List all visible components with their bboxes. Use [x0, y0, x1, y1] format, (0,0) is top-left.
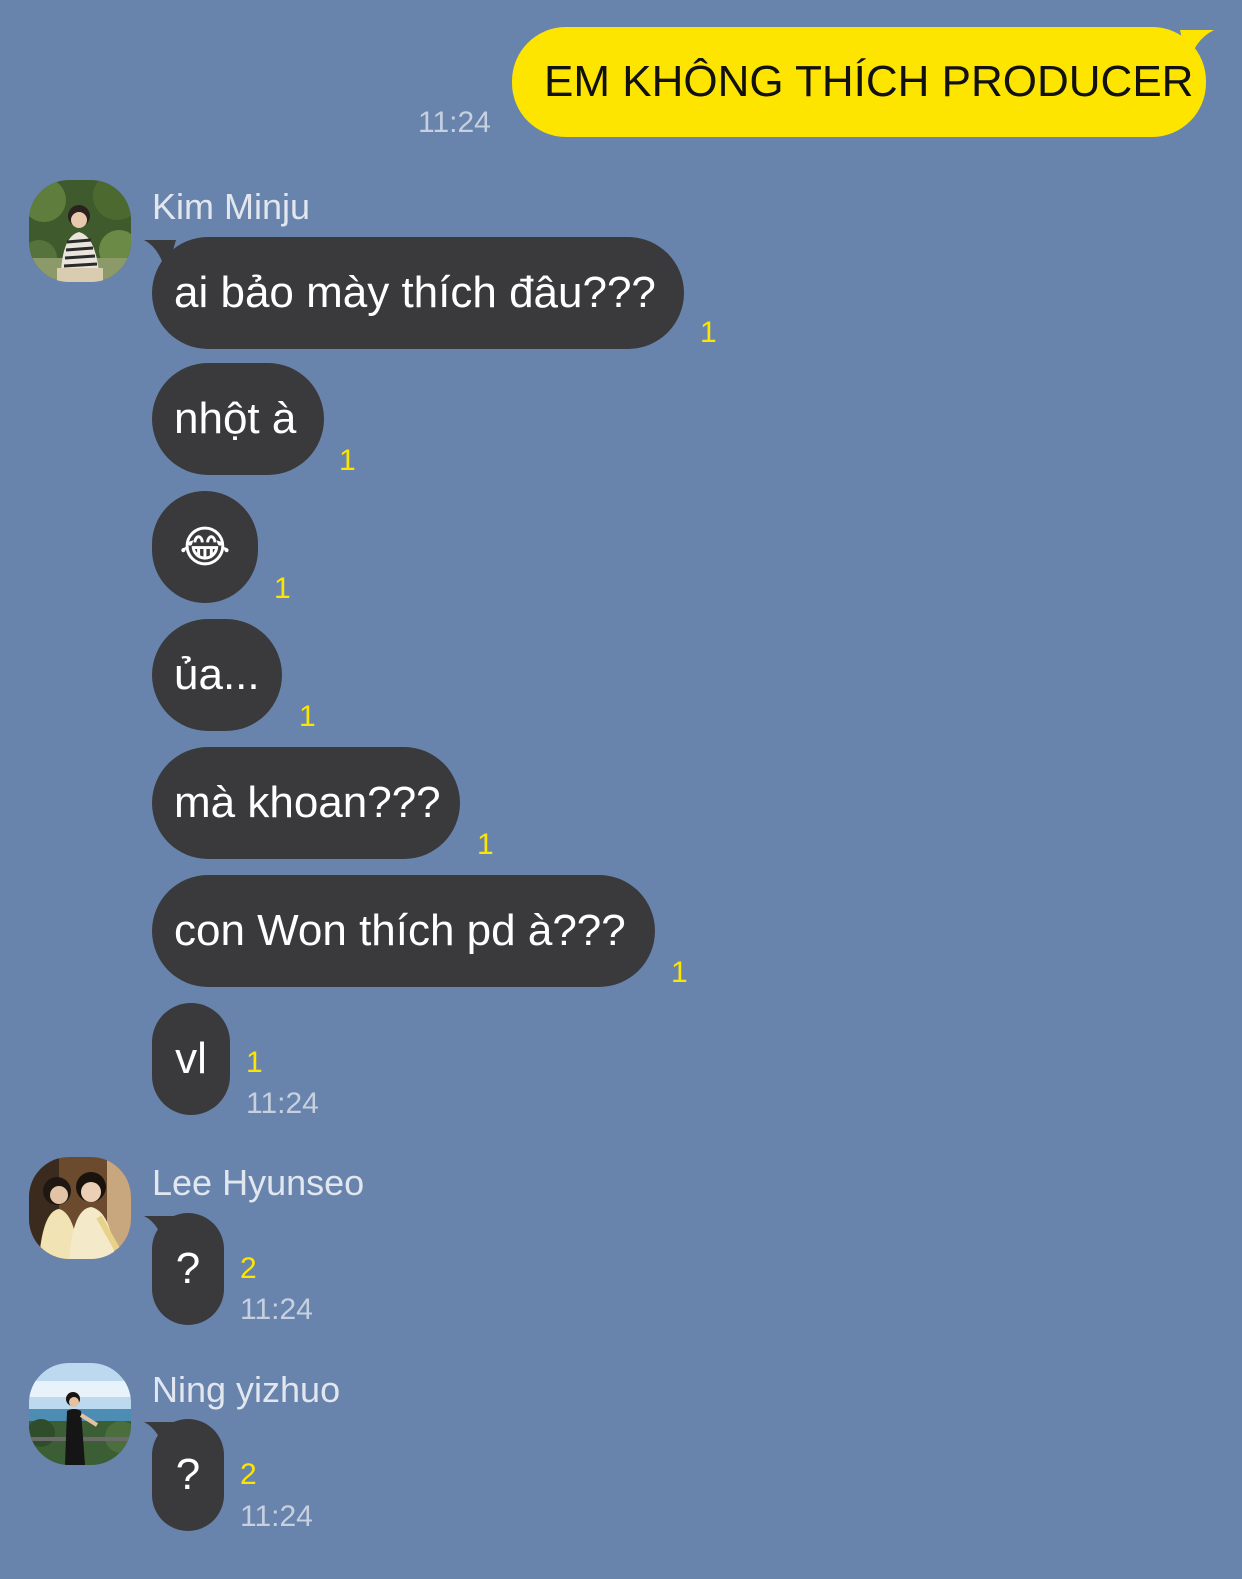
outgoing-message-text: EM KHÔNG THÍCH PRODUCER — [544, 57, 1194, 106]
tears-of-joy-emoji: 😂 — [179, 521, 231, 573]
unread-count: 2 — [240, 1252, 257, 1285]
unread-count: 1 — [671, 956, 688, 989]
chat-screen[interactable]: 11:24 EM KHÔNG THÍCH PRODUCER Kim Minju … — [0, 0, 1242, 1579]
unread-count: 1 — [299, 700, 316, 733]
message-text: ai bảo mày thích đâu??? — [174, 268, 656, 317]
message-text: con Won thích pd à??? — [174, 906, 626, 955]
outgoing-timestamp: 11:24 — [418, 106, 491, 139]
avatar-lee-hyunseo[interactable] — [29, 1157, 131, 1259]
unread-count: 1 — [274, 572, 291, 605]
sender-name: Ning yizhuo — [152, 1369, 341, 1410]
profile-photo-seaside-icon — [29, 1363, 131, 1465]
message-text: vl — [175, 1034, 207, 1083]
profile-photo-two-people-icon — [29, 1157, 131, 1259]
unread-count: 2 — [240, 1458, 257, 1491]
profile-photo-garden-icon — [29, 180, 131, 282]
incoming-message-bubble[interactable]: con Won thích pd à??? — [152, 875, 655, 987]
unread-count: 1 — [339, 444, 356, 477]
avatar-ning-yizhuo[interactable] — [29, 1363, 131, 1465]
unread-count: 1 — [700, 316, 717, 349]
message-text: mà khoan??? — [174, 778, 441, 827]
incoming-message-bubble[interactable]: nhột à — [152, 363, 324, 475]
message-text: ? — [175, 1450, 201, 1499]
incoming-message-bubble[interactable]: ? — [152, 1213, 224, 1325]
incoming-message-bubble[interactable]: mà khoan??? — [152, 747, 460, 859]
incoming-message-bubble[interactable]: ? — [152, 1419, 224, 1531]
sender-name: Kim Minju — [152, 186, 311, 227]
sender-name: Lee Hyunseo — [152, 1162, 365, 1203]
incoming-message-bubble[interactable]: ai bảo mày thích đâu??? — [152, 237, 684, 349]
outgoing-message-bubble[interactable]: EM KHÔNG THÍCH PRODUCER — [512, 27, 1206, 137]
incoming-message-bubble[interactable]: vl — [152, 1003, 230, 1115]
incoming-message-bubble[interactable]: ủa... — [152, 619, 282, 731]
message-text: ủa... — [174, 650, 260, 699]
message-text: nhột à — [174, 394, 297, 443]
message-text: ? — [175, 1244, 201, 1293]
message-timestamp: 11:24 — [240, 1293, 313, 1326]
message-timestamp: 11:24 — [240, 1500, 313, 1533]
unread-count: 1 — [477, 828, 494, 861]
avatar-kim-minju[interactable] — [29, 180, 131, 282]
unread-count: 1 — [246, 1046, 263, 1079]
incoming-message-bubble[interactable]: 😂 — [152, 491, 258, 603]
message-timestamp: 11:24 — [246, 1087, 319, 1120]
